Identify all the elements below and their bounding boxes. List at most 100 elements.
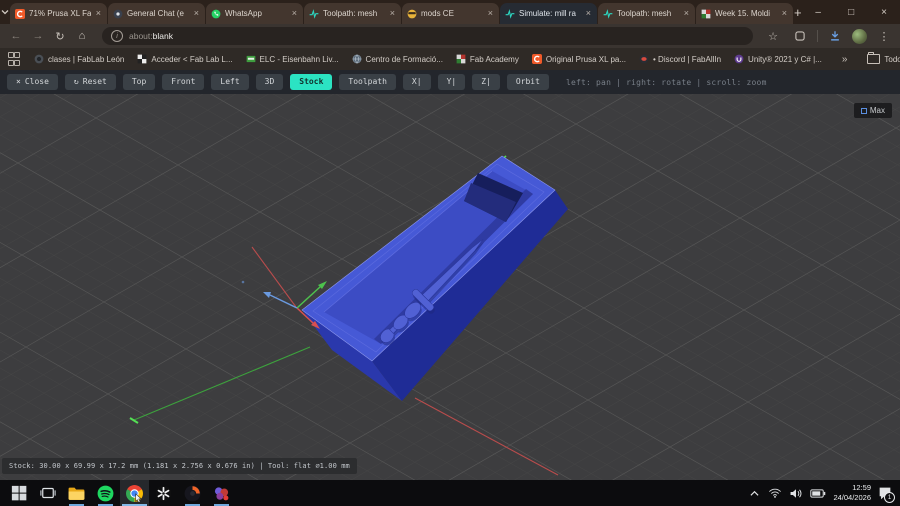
tab-close-icon[interactable]: × xyxy=(585,9,592,18)
file-explorer-icon xyxy=(68,487,85,500)
tab-close-icon[interactable]: × xyxy=(291,9,298,18)
reload-button[interactable]: ↻ xyxy=(50,26,70,46)
button-label: Reset xyxy=(82,77,107,86)
forward-button[interactable]: → xyxy=(28,26,48,46)
tab-title: Toolpath: mesh xyxy=(323,9,378,18)
bookmark-item[interactable]: • Discord | FabAllIn xyxy=(635,52,725,66)
taskbar-chrome[interactable] xyxy=(120,480,149,506)
browser-tab[interactable]: Week 15. Moldi × xyxy=(696,3,793,24)
toolpath-button[interactable]: Toolpath xyxy=(339,74,396,90)
tray-date: 24/04/2026 xyxy=(833,493,871,502)
front-button[interactable]: Front xyxy=(162,74,205,90)
scene-canvas[interactable] xyxy=(0,94,900,480)
tray-time: 12:59 xyxy=(852,483,871,493)
tray-chevron-up-icon[interactable] xyxy=(748,487,761,500)
orbit-button[interactable]: Orbit xyxy=(506,74,549,90)
notification-center[interactable]: 1 xyxy=(878,486,895,503)
stock-button[interactable]: Stock xyxy=(290,74,333,90)
minimize-button[interactable]: – xyxy=(802,0,835,24)
bookmark-item[interactable]: Fab Academy xyxy=(452,52,523,66)
prusa-favicon-icon xyxy=(15,8,25,19)
new-tab-button[interactable]: + xyxy=(794,0,802,24)
max-button[interactable]: Max xyxy=(853,103,892,118)
taskbar-orange-app[interactable] xyxy=(178,480,207,506)
spotify-icon xyxy=(97,485,114,501)
taskbar-file-explorer[interactable] xyxy=(62,480,91,506)
mods-toolbar: × Close ↻ Reset Top Front Left 3D Stock Toolpath X… xyxy=(0,70,900,94)
bookmark-label: Original Prusa XL pa... xyxy=(545,54,627,64)
browser-menu-icon[interactable]: ⋮ xyxy=(874,26,894,46)
bookmark-item[interactable]: clases | FabLab León xyxy=(30,52,128,66)
tab-search-icon[interactable] xyxy=(0,0,10,24)
taskbar-start[interactable] xyxy=(4,480,33,506)
close-window-button[interactable]: × xyxy=(868,0,900,24)
y-button[interactable]: Y| xyxy=(437,74,466,90)
wifi-icon[interactable] xyxy=(768,487,782,499)
bookmark-label: Fab Academy xyxy=(469,54,519,64)
extensions-icon[interactable] xyxy=(790,26,810,46)
bookmark-item[interactable]: Acceder < Fab Lab L... xyxy=(133,52,236,66)
tab-close-icon[interactable]: × xyxy=(781,9,788,18)
tab-title: Simulate: mill ra xyxy=(519,9,576,18)
tab-close-icon[interactable]: × xyxy=(487,9,494,18)
bookmark-label: Centro de Formació... xyxy=(365,54,443,64)
taskbar-spotify[interactable] xyxy=(91,480,120,506)
bookmark-star-icon[interactable]: ☆ xyxy=(763,26,783,46)
page-info-icon[interactable]: i xyxy=(111,30,123,42)
stock-model xyxy=(301,155,568,401)
bookmark-item[interactable]: Centro de Formació... xyxy=(348,52,447,66)
back-button[interactable]: ← xyxy=(6,26,26,46)
browser-tab[interactable]: Toolpath: mesh × xyxy=(304,3,401,24)
top-button[interactable]: Top xyxy=(122,74,156,90)
button-label: Orbit xyxy=(515,77,540,86)
browser-tab[interactable]: 71% Prusa XL Fa × xyxy=(10,3,107,24)
download-icon[interactable] xyxy=(825,26,845,46)
tab-title: WhatsApp xyxy=(225,9,262,18)
browser-tab[interactable]: mods CE × xyxy=(402,3,499,24)
all-bookmarks-button[interactable]: Todos los marcadores xyxy=(863,52,900,66)
close-button[interactable]: × Close xyxy=(7,74,58,90)
z-button[interactable]: Z| xyxy=(472,74,500,90)
browser-tab[interactable]: General Chat (e × xyxy=(108,3,205,24)
reset-button[interactable]: ↻ Reset xyxy=(64,74,116,90)
browser-tab[interactable]: WhatsApp × xyxy=(206,3,303,24)
address-bar-row: ← → ↻ ⌂ i about:blank ☆ ⋮ xyxy=(0,24,900,48)
button-label: Y| xyxy=(446,77,457,86)
checker-bw-favicon-icon xyxy=(137,54,147,64)
viewport-3d[interactable]: Max Stock: 30.00 x 69.99 x 17.2 mm (1.18… xyxy=(0,94,900,480)
tab-close-icon[interactable]: × xyxy=(193,9,200,18)
taskbar-chatgpt[interactable] xyxy=(149,480,178,506)
reset-icon: ↻ xyxy=(73,77,79,86)
volume-icon[interactable] xyxy=(789,487,803,500)
browser-tab[interactable]: Toolpath: mesh × xyxy=(598,3,695,24)
battery-icon[interactable] xyxy=(810,488,826,499)
x-button[interactable]: X| xyxy=(402,74,431,90)
3d-button[interactable]: 3D xyxy=(255,74,284,90)
button-label: X| xyxy=(411,77,422,86)
apps-grid-icon[interactable] xyxy=(8,52,20,66)
home-button[interactable]: ⌂ xyxy=(72,26,92,46)
tab-close-icon[interactable]: × xyxy=(95,9,102,18)
bookmark-label: Unity® 2021 y C# |... xyxy=(748,54,822,64)
pulse-favicon-icon xyxy=(603,8,613,19)
tab-close-icon[interactable]: × xyxy=(389,9,396,18)
left-button[interactable]: Left xyxy=(211,74,249,90)
button-label: Front xyxy=(171,77,196,86)
tab-close-icon[interactable]: × xyxy=(683,9,690,18)
bookmark-item[interactable]: Unity® 2021 y C# |... xyxy=(730,52,826,66)
bookmark-label: ELC - Eisenbahn Liv... xyxy=(259,54,339,64)
berries-app-icon xyxy=(214,486,229,500)
bookmark-item[interactable]: ELC - Eisenbahn Liv... xyxy=(242,52,343,66)
button-label: 3D xyxy=(264,77,275,86)
button-label: Left xyxy=(220,77,240,86)
bookmarks-overflow-icon[interactable]: » xyxy=(838,54,852,65)
profile-avatar[interactable] xyxy=(852,28,867,44)
bookmark-item[interactable]: Original Prusa XL pa... xyxy=(528,52,630,66)
taskbar-clock[interactable]: 12:59 24/04/2026 xyxy=(833,483,871,503)
taskbar-berries-app[interactable] xyxy=(207,480,236,506)
bookmark-label: clases | FabLab León xyxy=(48,54,125,64)
taskbar-task-view[interactable] xyxy=(33,480,62,506)
url-bar[interactable]: i about:blank xyxy=(102,27,753,45)
maximize-button[interactable]: □ xyxy=(835,0,868,24)
browser-tab[interactable]: Simulate: mill ra × xyxy=(500,3,597,24)
